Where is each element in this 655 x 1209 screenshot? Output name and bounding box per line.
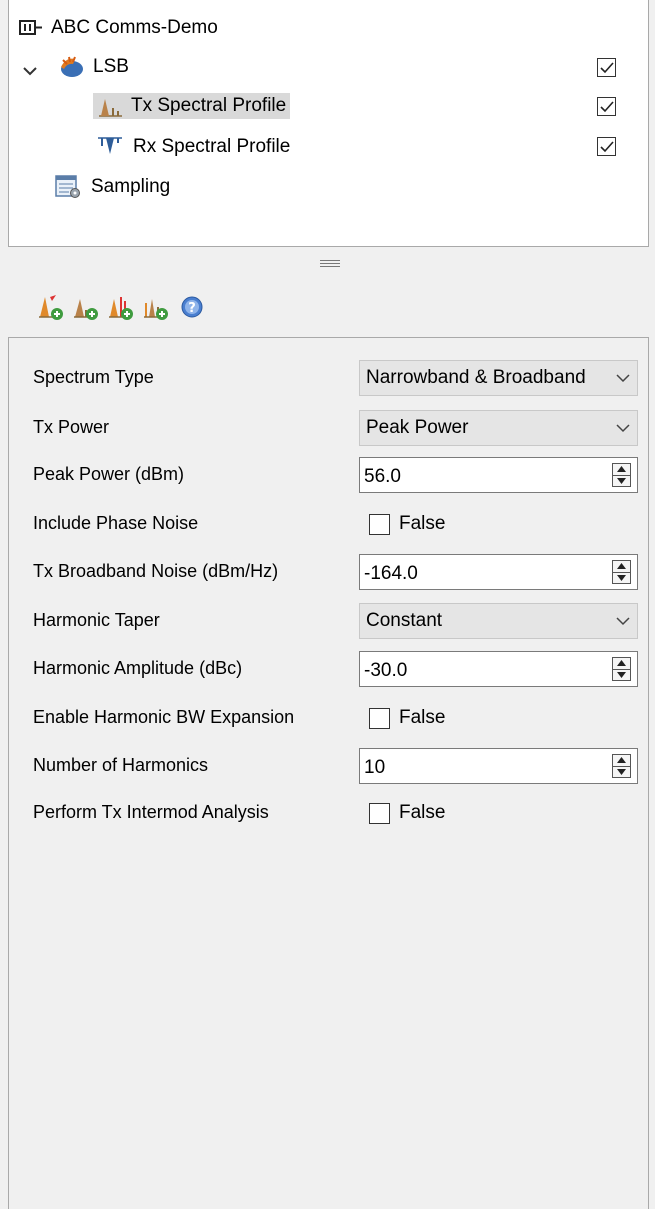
property-label: Number of Harmonics [33,755,209,775]
tx-spectrum-icon [97,95,123,117]
property-label: Tx Broadband Noise (dBm/Hz) [33,561,279,581]
property-row-include-phase-noise: Include Phase Noise False [9,504,650,544]
property-label: Peak Power (dBm) [33,464,185,484]
tx-broadband-noise-input[interactable] [360,555,612,589]
checkbox[interactable] [369,707,390,729]
checkbox-value: False [399,513,446,534]
help-icon: ? [180,295,204,325]
spin-down-button[interactable] [613,474,630,486]
property-grid: Spectrum Type Narrowband & Broadband Tx … [8,337,649,1209]
rx-spectrum-icon [97,136,123,158]
lsb-icon [57,55,85,79]
spin-down-button[interactable] [613,668,630,680]
add-tx-profile-button[interactable] [38,295,65,325]
spectrum-type-dropdown[interactable]: Narrowband & Broadband [359,360,638,396]
property-row-peak-power: Peak Power (dBm) [9,455,650,495]
spin-up-button[interactable] [613,755,630,766]
property-row-enable-harmonic-bw: Enable Harmonic BW Expansion False [9,698,650,738]
enable-harmonic-bw-toggle[interactable]: False [359,700,638,736]
property-row-harmonic-taper: Harmonic Taper Constant [9,601,650,641]
add-spectrum-icon [73,293,100,327]
checkbox[interactable] [369,513,390,535]
peak-power-input[interactable] [360,458,612,492]
tx-broadband-noise-spinbox[interactable] [359,554,638,590]
rx-spectral-profile-checkbox[interactable] [597,137,616,156]
property-label: Harmonic Amplitude (dBc) [33,658,243,678]
include-phase-noise-toggle[interactable]: False [359,506,638,542]
chevron-down-icon [609,373,637,383]
checkbox-value: False [399,707,446,728]
lsb-checkbox[interactable] [597,58,616,77]
property-label: Enable Harmonic BW Expansion [33,707,295,727]
property-row-tx-power: Tx Power Peak Power [9,408,650,448]
chevron-down-icon[interactable] [23,60,37,82]
tree-item-tx-spectral-profile[interactable]: Tx Spectral Profile [93,88,291,124]
property-label: Perform Tx Intermod Analysis [33,802,269,822]
harmonic-taper-dropdown[interactable]: Constant [359,603,638,639]
add-spectrum-button[interactable] [73,295,100,325]
tree-root-label: ABC Comms-Demo [51,17,218,38]
spin-down-button[interactable] [613,765,630,777]
property-row-number-of-harmonics: Number of Harmonics [9,746,650,786]
property-label: Spectrum Type [33,367,154,387]
add-rx-profile-icon [143,293,170,327]
add-harmonics-button[interactable] [108,295,135,325]
number-of-harmonics-spinbox[interactable] [359,748,638,784]
dropdown-value: Constant [366,610,443,631]
tree-item-lsb[interactable]: LSB [57,49,129,85]
tree-view: ABC Comms-Demo LSB Tx Spectral Profile R… [8,0,649,247]
add-harmonics-icon [108,293,135,327]
dropdown-value: Peak Power [366,417,469,438]
property-row-tx-broadband-noise: Tx Broadband Noise (dBm/Hz) [9,552,650,592]
checkbox-value: False [399,802,446,823]
tx-spectral-profile-checkbox[interactable] [597,97,616,116]
chevron-down-icon [609,616,637,626]
pane-splitter[interactable] [8,247,649,277]
add-tx-profile-icon [38,293,65,327]
property-label: Tx Power [33,417,110,437]
add-rx-profile-button[interactable] [143,295,170,325]
tree-item-label: Tx Spectral Profile [131,95,287,116]
tree-item-label: Rx Spectral Profile [133,136,291,157]
property-row-spectrum-type: Spectrum Type Narrowband & Broadband [9,358,650,398]
tree-item-sampling[interactable]: Sampling [55,169,170,205]
tx-power-dropdown[interactable]: Peak Power [359,410,638,446]
help-button[interactable]: ? [178,295,205,325]
spin-up-button[interactable] [613,464,630,475]
number-of-harmonics-input[interactable] [360,749,612,783]
property-row-perform-tx-intermod: Perform Tx Intermod Analysis False [9,793,650,833]
harmonic-amplitude-spinbox[interactable] [359,651,638,687]
spin-down-button[interactable] [613,571,630,583]
property-label: Harmonic Taper [33,610,160,630]
tree-root[interactable]: ABC Comms-Demo [19,10,218,46]
spin-up-button[interactable] [613,658,630,669]
property-row-harmonic-amplitude: Harmonic Amplitude (dBc) [9,649,650,689]
tree-item-label: Sampling [91,176,171,197]
toolbar: ? [8,285,205,335]
spin-up-button[interactable] [613,561,630,572]
peak-power-spinbox[interactable] [359,457,638,493]
tree-item-rx-spectral-profile[interactable]: Rx Spectral Profile [97,129,290,165]
sampling-icon [55,175,81,199]
chevron-down-icon [609,423,637,433]
dropdown-value: Narrowband & Broadband [366,367,586,388]
checkbox[interactable] [369,802,390,824]
harmonic-amplitude-input[interactable] [360,652,612,686]
project-icon [19,19,43,37]
perform-tx-intermod-toggle[interactable]: False [359,795,638,831]
tree-item-label: LSB [93,56,129,77]
property-label: Include Phase Noise [33,513,199,533]
splitter-grip-icon[interactable] [320,260,340,267]
svg-text:?: ? [188,301,196,316]
